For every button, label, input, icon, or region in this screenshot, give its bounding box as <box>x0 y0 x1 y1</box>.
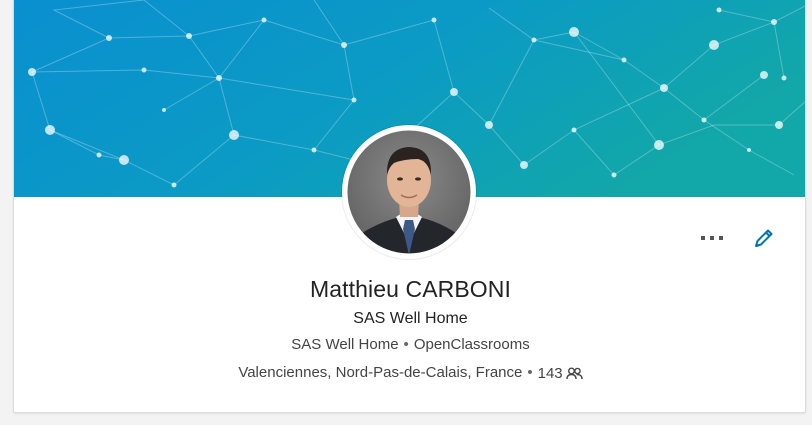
school-link[interactable]: OpenClassrooms <box>414 336 530 353</box>
current-company-link[interactable]: SAS Well Home <box>291 336 398 353</box>
profile-photo[interactable] <box>342 125 476 259</box>
profile-actions <box>699 226 777 250</box>
separator-dot: • <box>527 364 533 381</box>
profile-location-line: Valenciennes, Nord-Pas-de-Calais, France… <box>14 364 805 382</box>
profile-card: Matthieu CARBONI SAS Well Home SAS Well … <box>13 0 806 413</box>
edit-profile-button[interactable] <box>751 226 777 250</box>
profile-name: Matthieu CARBONI <box>310 276 511 302</box>
connections-link[interactable]: 143 <box>538 365 583 382</box>
people-icon <box>565 367 583 379</box>
profile-location: Valenciennes, Nord-Pas-de-Calais, France <box>238 364 523 381</box>
connections-count: 143 <box>537 364 563 382</box>
pencil-icon <box>755 229 773 247</box>
more-options-button[interactable] <box>699 226 725 250</box>
profile-headline: SAS Well Home <box>353 310 468 327</box>
separator-dot: • <box>403 336 409 353</box>
more-horizontal-icon <box>701 236 723 240</box>
profile-positions: SAS Well Home • OpenClassrooms <box>14 336 805 353</box>
